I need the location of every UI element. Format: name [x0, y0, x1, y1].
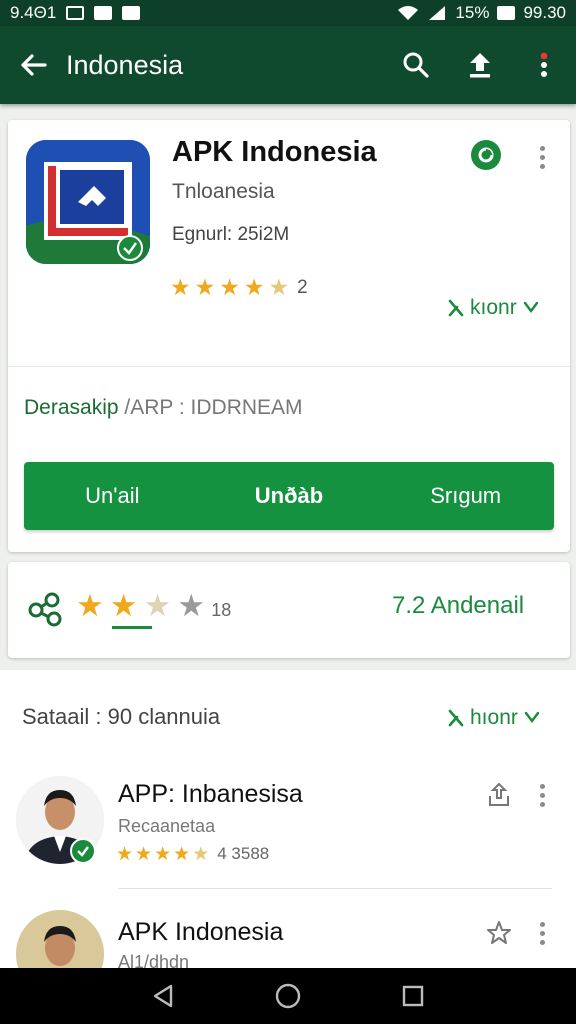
- more-info-link[interactable]: kıonr: [448, 296, 539, 320]
- rate-card: ★ ★ ★ ★ 18 7.2 Andenail: [8, 562, 570, 658]
- share-button[interactable]: [448, 26, 512, 104]
- status-time: 99.30: [523, 3, 566, 22]
- list-item-menu-icon[interactable]: [530, 918, 554, 948]
- expand-arrows-icon: [448, 299, 464, 317]
- action-button-bar: Un'ail Unðàb Srıgum: [24, 462, 554, 530]
- app-bar: Indonesia: [0, 26, 576, 104]
- search-icon: [403, 52, 429, 78]
- chevron-down-icon: [524, 711, 540, 723]
- list-item-menu-icon[interactable]: [530, 780, 554, 810]
- app-rating: ★ ★ ★ ★ ★ 2: [170, 276, 308, 299]
- status-bar: 9.4Θ1 15% 99.30: [0, 0, 576, 26]
- page-title: Indonesia: [66, 49, 184, 80]
- list-item-subtitle: Recaanetaa: [118, 816, 216, 836]
- sim-icon: [66, 6, 85, 20]
- list-item-title: APP: Inbanesisa: [118, 780, 303, 808]
- battery-percent: 15%: [455, 3, 490, 22]
- uninstall-button[interactable]: Un'ail: [24, 462, 201, 530]
- star-icon: ★: [170, 274, 191, 300]
- search-button[interactable]: [384, 26, 448, 104]
- overflow-menu-button[interactable]: [512, 26, 576, 104]
- nav-recents-button[interactable]: [393, 976, 433, 1016]
- expand-arrows-icon: [448, 709, 464, 727]
- star-icon: ★: [194, 274, 216, 300]
- app-name: APK Indonesia: [172, 136, 377, 168]
- nav-recents-icon: [403, 985, 424, 1007]
- rate-star-2[interactable]: ★: [110, 590, 138, 621]
- rate-star-3[interactable]: ★: [144, 590, 172, 621]
- description-value: /ARP : IDDRNEAM: [124, 396, 303, 419]
- section-more-link[interactable]: hıonr: [448, 706, 540, 730]
- section-title: Sataail : 90 clannuia: [22, 704, 221, 729]
- card-divider: [8, 366, 570, 367]
- star-icon: ★: [135, 843, 153, 865]
- overflow-menu-icon: [540, 52, 548, 77]
- rate-count: 18: [211, 600, 232, 620]
- wifi-icon: [398, 6, 419, 20]
- list-item[interactable]: APP: Inbanesisa Recaanetaa ★ ★ ★ ★ ★ 4 3…: [0, 766, 576, 902]
- description-line: Derasakip /ARP : IDDRNEAM: [24, 396, 303, 420]
- rate-star-4[interactable]: ★: [177, 590, 205, 621]
- card-menu-icon[interactable]: [530, 142, 554, 172]
- rate-star-1[interactable]: ★: [76, 590, 104, 621]
- open-button[interactable]: Srıgum: [377, 462, 554, 530]
- verified-badge-icon: [70, 838, 96, 864]
- star-icon: ★: [116, 843, 134, 865]
- back-arrow-icon: [21, 54, 47, 76]
- notification-icon: [122, 6, 141, 20]
- back-button[interactable]: [0, 26, 66, 104]
- rate-stars: ★ ★ ★ ★ 18: [76, 590, 232, 629]
- more-info-label: kıonr: [470, 296, 517, 319]
- star-outline-icon[interactable]: [484, 918, 514, 948]
- update-button[interactable]: Unðàb: [201, 462, 378, 530]
- nav-back-button[interactable]: [143, 976, 183, 1016]
- similar-apps-section: Sataail : 90 clannuia hıonr APP: Inbanes…: [0, 670, 576, 998]
- nav-home-button[interactable]: [268, 976, 308, 1016]
- share-icon[interactable]: [26, 592, 66, 628]
- edit-icon: [94, 6, 113, 20]
- section-more-label: hıonr: [470, 706, 518, 729]
- description-label: Derasakip: [24, 396, 119, 419]
- installed-badge-icon[interactable]: [471, 140, 501, 170]
- list-item-rating-count: 4 3588: [217, 844, 270, 863]
- rating-count: 2: [297, 276, 308, 298]
- nav-home-icon: [275, 983, 301, 1009]
- star-icon: ★: [219, 274, 240, 300]
- star-icon: ★: [243, 274, 265, 300]
- share-upload-icon: [470, 53, 490, 78]
- half-star-icon: ★: [268, 274, 290, 300]
- list-item-title: APK Indonesia: [118, 918, 284, 946]
- nav-back-icon: [153, 984, 172, 1008]
- signal-icon: [429, 6, 446, 20]
- app-detail-card: APK Indonesia Tnloanesia Egnurl: 25i2M ★…: [8, 120, 570, 552]
- star-icon: ★: [173, 843, 191, 865]
- app-size: Egnurl: 25i2M: [172, 224, 290, 245]
- app-logo-graphic: [26, 140, 150, 264]
- rate-underline: [112, 626, 152, 629]
- half-star-icon: ★: [192, 843, 210, 865]
- all-reviews-link[interactable]: 7.2 Andenail: [392, 592, 524, 620]
- status-signal-text: 9.4Θ1: [10, 3, 57, 22]
- star-icon: ★: [154, 843, 172, 865]
- developer-name[interactable]: Tnloanesia: [172, 180, 275, 204]
- list-divider: [118, 888, 552, 889]
- app-logo[interactable]: [26, 140, 150, 264]
- chevron-down-icon: [523, 301, 538, 313]
- list-item-rating: ★ ★ ★ ★ ★ 4 3588: [116, 844, 269, 864]
- upload-icon[interactable]: [484, 780, 514, 810]
- system-nav-bar: [0, 968, 576, 1024]
- battery-icon: [497, 6, 516, 20]
